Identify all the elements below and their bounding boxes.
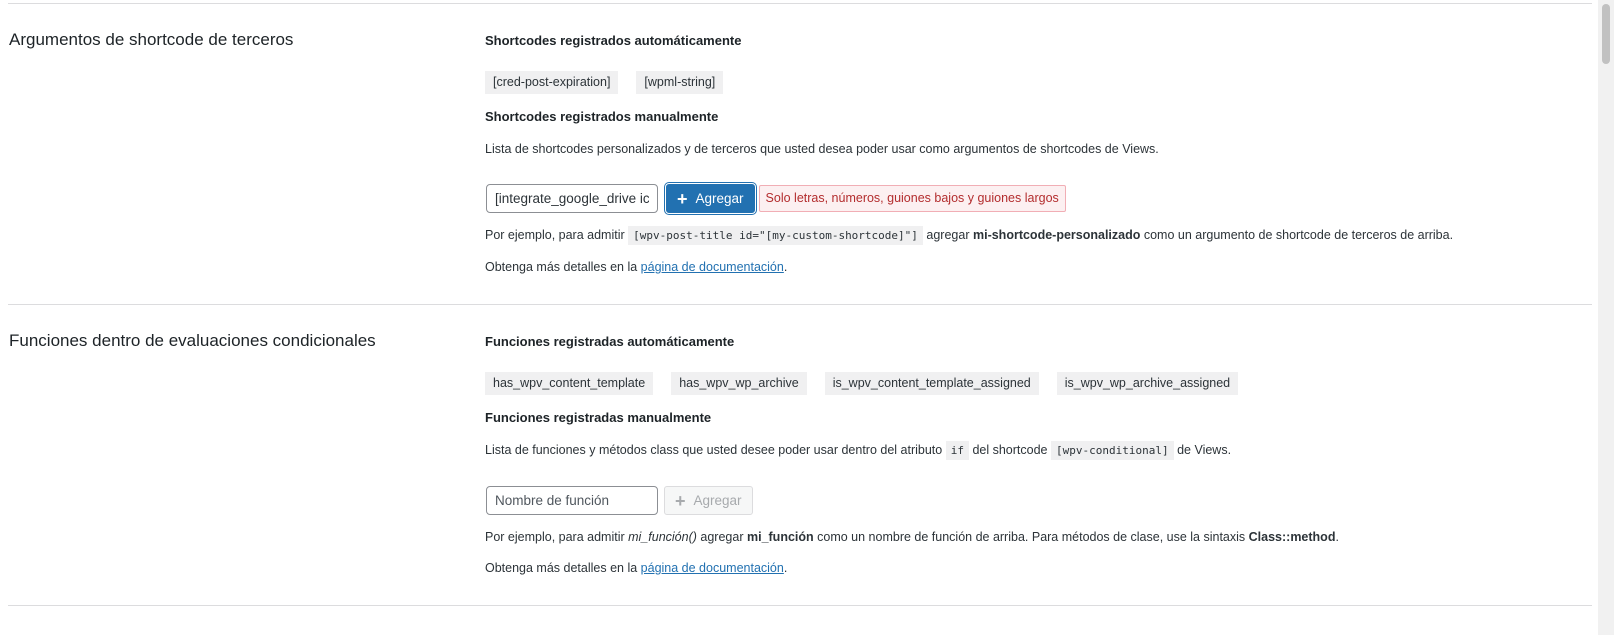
auto-function-chip: has_wpv_wp_archive	[671, 372, 807, 395]
bottom-divider	[8, 605, 1592, 606]
function-docs-text: Obtenga más detalles en la página de doc…	[485, 561, 787, 575]
documentation-link[interactable]: página de documentación	[641, 561, 784, 575]
example-bold: mi-shortcode-personalizado	[972, 228, 1141, 242]
function-name-input[interactable]	[486, 486, 658, 515]
auto-shortcode-chip: [cred-post-expiration]	[485, 71, 619, 94]
shortcode-example-text: Por ejemplo, para admitir [wpv-post-titl…	[485, 226, 1454, 245]
example-bold: mi_función	[746, 530, 814, 544]
auto-function-chip: is_wpv_wp_archive_assigned	[1056, 372, 1239, 395]
add-function-button-label: Agregar	[693, 493, 742, 508]
top-divider	[8, 3, 1592, 4]
plus-icon: +	[675, 490, 686, 511]
example-mid2: como un nombre de función de arriba. Par…	[817, 530, 1246, 544]
shortcode-docs-text: Obtenga más detalles en la página de doc…	[485, 260, 787, 274]
example-bold2: Class::method	[1248, 530, 1336, 544]
scrollbar[interactable]	[1598, 0, 1614, 635]
manual-shortcodes-description: Lista de shortcodes personalizados y de …	[485, 142, 1159, 156]
example-code: [wpv-post-title id="[my-custom-shortcode…	[628, 226, 923, 245]
example-prefix: Por ejemplo, para admitir	[485, 228, 625, 242]
section-title-shortcode-args: Argumentos de shortcode de terceros	[9, 30, 294, 49]
section-divider	[8, 304, 1592, 305]
documentation-link[interactable]: página de documentación	[641, 260, 784, 274]
add-function-row: + Agregar	[486, 486, 753, 515]
auto-functions-list: has_wpv_content_template has_wpv_wp_arch…	[485, 372, 1239, 395]
manual-functions-heading: Funciones registradas manualmente	[485, 410, 712, 425]
desc-code-if: if	[945, 441, 969, 460]
docs-prefix: Obtenga más detalles en la	[485, 260, 638, 274]
docs-suffix: .	[783, 260, 788, 274]
add-shortcode-button[interactable]: + Agregar	[666, 184, 755, 213]
manual-shortcodes-heading: Shortcodes registrados manualmente	[485, 109, 719, 124]
auto-function-chip: has_wpv_content_template	[485, 372, 654, 395]
example-suffix: .	[1335, 530, 1339, 544]
manual-functions-description: Lista de funciones y métodos class que u…	[485, 441, 1232, 460]
validation-error-message: Solo letras, números, guiones bajos y gu…	[758, 185, 1066, 212]
auto-shortcode-chip: [wpml-string]	[636, 71, 724, 94]
desc-mid: del shortcode	[972, 443, 1048, 457]
example-mid: agregar	[926, 228, 970, 242]
desc-prefix: Lista de funciones y métodos class que u…	[485, 443, 943, 457]
settings-page: Argumentos de shortcode de terceros Shor…	[0, 0, 1614, 635]
add-shortcode-row: + Agregar Solo letras, números, guiones …	[486, 184, 1066, 213]
docs-prefix: Obtenga más detalles en la	[485, 561, 638, 575]
add-shortcode-button-label: Agregar	[695, 191, 744, 206]
shortcode-input[interactable]	[486, 184, 658, 213]
example-mid: agregar	[700, 530, 744, 544]
desc-suffix: de Views.	[1177, 443, 1232, 457]
desc-code-conditional: [wpv-conditional]	[1051, 441, 1174, 460]
auto-shortcodes-heading: Shortcodes registrados automáticamente	[485, 33, 742, 48]
example-prefix: Por ejemplo, para admitir	[485, 530, 625, 544]
plus-icon: +	[677, 188, 688, 209]
function-example-text: Por ejemplo, para admitir mi_función() a…	[485, 530, 1339, 544]
docs-suffix: .	[783, 561, 788, 575]
auto-function-chip: is_wpv_content_template_assigned	[824, 372, 1039, 395]
example-suffix: como un argumento de shortcode de tercer…	[1143, 228, 1454, 242]
add-function-button[interactable]: + Agregar	[664, 486, 753, 515]
scrollbar-thumb[interactable]	[1602, 4, 1610, 64]
section-title-conditional-functions: Funciones dentro de evaluaciones condici…	[9, 331, 376, 350]
auto-functions-heading: Funciones registradas automáticamente	[485, 334, 735, 349]
example-italic: mi_función()	[628, 530, 697, 544]
auto-shortcodes-list: [cred-post-expiration] [wpml-string]	[485, 71, 724, 94]
